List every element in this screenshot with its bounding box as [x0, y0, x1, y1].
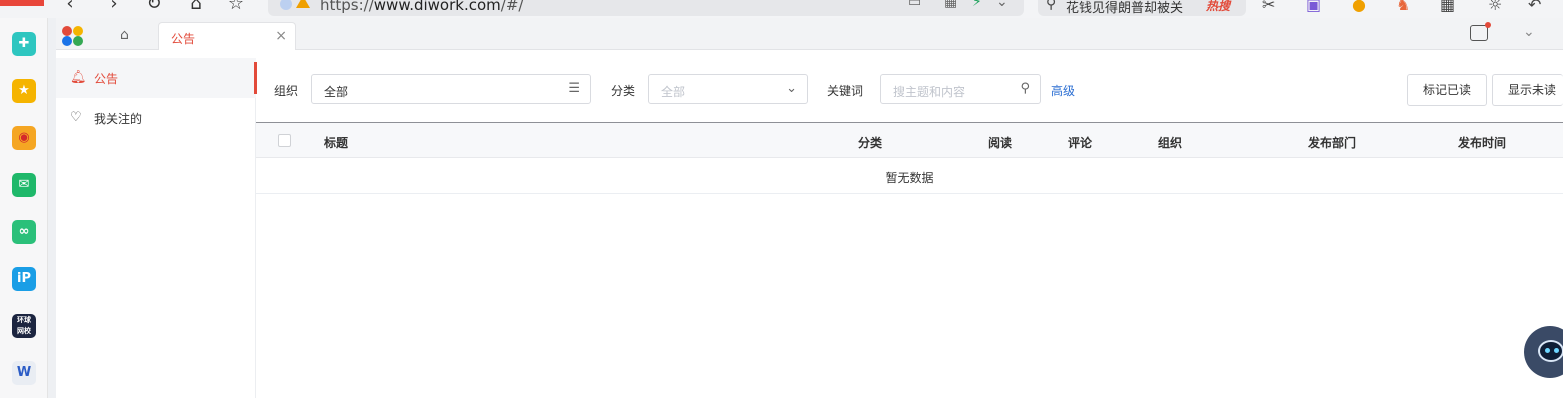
undo-icon[interactable]: ↶	[1528, 0, 1541, 14]
keyword-label: 关键词	[827, 84, 864, 98]
app-logo-icon[interactable]	[62, 26, 84, 48]
select-all-checkbox[interactable]	[278, 134, 291, 147]
show-unread-button[interactable]: 显示未读	[1492, 74, 1563, 106]
address-bar[interactable]: https://www.diwork.com/#/ ▭ ▦ ⚡ ⌄	[268, 0, 1024, 16]
chevron-down-icon: ⌄	[786, 81, 797, 96]
sidebar-item-label: 我关注的	[94, 112, 143, 126]
home-icon[interactable]: ⌂	[120, 27, 129, 43]
translate-icon[interactable]: ▣	[1306, 0, 1321, 14]
lightning-icon[interactable]: ⚡	[972, 0, 982, 10]
scissors-icon[interactable]: ✂	[1262, 0, 1275, 14]
column-header-department[interactable]: 发布部门	[1308, 134, 1356, 151]
heart-icon: ♡	[70, 110, 82, 125]
column-header-org[interactable]: 组织	[1158, 134, 1182, 151]
game-icon[interactable]: ♞	[1396, 0, 1410, 14]
empty-state: 暂无数据	[256, 158, 1563, 194]
filter-bar: 组织 全部 ☰ 分类 全部 ⌄ 关键词 搜主题和内容 ⚲ 高级 标记已读 显示未…	[256, 58, 1563, 122]
close-icon[interactable]: ×	[275, 28, 287, 44]
search-hint: 花钱见得朗普却被关	[1066, 1, 1184, 16]
mark-read-button[interactable]: 标记已读	[1407, 74, 1488, 106]
sidebar: 🔔︎ 公告 ♡ 我关注的	[56, 58, 257, 398]
keyword-placeholder: 搜主题和内容	[893, 85, 966, 99]
dock-app-icon[interactable]: ✚	[12, 32, 36, 56]
forward-icon[interactable]: ›	[104, 0, 124, 14]
brightness-icon[interactable]: ☼	[1488, 0, 1502, 14]
apps-grid-icon[interactable]: ▦	[1440, 0, 1455, 14]
dock-pin-icon[interactable]: iP	[12, 267, 36, 291]
column-header-category[interactable]: 分类	[858, 134, 882, 151]
back-icon[interactable]: ‹	[60, 0, 80, 14]
table-header: 标题 分类 阅读 评论 组织 发布部门 发布时间	[256, 122, 1563, 158]
search-icon: ⚲	[1046, 0, 1057, 12]
address-url: https://www.diwork.com/#/	[320, 0, 524, 14]
home-browser-icon[interactable]: ⌂	[186, 0, 206, 14]
org-select[interactable]: 全部 ☰	[311, 74, 591, 104]
column-header-comments[interactable]: 评论	[1068, 134, 1092, 151]
bookmark-star-icon[interactable]: ☆	[226, 0, 246, 14]
search-icon[interactable]: ⚲	[1020, 81, 1030, 96]
column-header-reads[interactable]: 阅读	[988, 134, 1012, 151]
advanced-search-link[interactable]: 高级	[1051, 82, 1075, 99]
org-label: 组织	[274, 84, 299, 98]
hot-badge: 热搜	[1206, 0, 1231, 13]
dock-star-icon[interactable]: ★	[12, 79, 36, 103]
tab-label: 公告	[171, 32, 196, 46]
dock-doc-icon[interactable]: W	[12, 361, 36, 385]
sidebar-item-label: 公告	[94, 72, 119, 86]
coin-icon[interactable]: ●	[1352, 0, 1366, 14]
warning-icon	[296, 0, 310, 8]
tabs-bar: ⌂ 公告 × ⌄	[56, 18, 1563, 50]
browser-badge	[0, 0, 44, 6]
assistant-robot-icon[interactable]	[1524, 326, 1563, 386]
app-window: ⌂ 公告 × ⌄ 🔔︎ 公告 ♡ 我关注的 组织 全部 ☰ 分类 全部 ⌄ 关键…	[56, 18, 1563, 398]
category-placeholder: 全部	[661, 85, 686, 99]
chevron-down-icon[interactable]: ⌄	[1523, 24, 1535, 40]
keyword-input[interactable]: 搜主题和内容 ⚲	[880, 74, 1041, 104]
dock-mail-icon[interactable]: ✉	[12, 173, 36, 197]
dropdown-icon[interactable]: ⌄	[996, 0, 1008, 10]
dock-weibo-icon[interactable]: ◉	[12, 126, 36, 150]
list-icon: ☰	[568, 81, 580, 96]
category-select[interactable]: 全部 ⌄	[648, 74, 808, 104]
reload-icon[interactable]: ↻	[144, 0, 164, 14]
category-label: 分类	[611, 84, 636, 98]
empty-text: 暂无数据	[885, 171, 934, 185]
column-header-title[interactable]: 标题	[324, 134, 348, 151]
org-value: 全部	[324, 85, 349, 99]
app-dock: ✚ ★ ◉ ✉ ∞ iP 环球 网校 W	[0, 18, 48, 398]
sidebar-item-announcement[interactable]: 🔔︎ 公告	[56, 58, 257, 98]
browser-toolbar: ‹ › ↻ ⌂ ☆ https://www.diwork.com/#/ ▭ ▦ …	[0, 0, 1563, 18]
screen-icon[interactable]: ▭	[908, 0, 921, 10]
dock-news-icon[interactable]: 环球 网校	[12, 314, 36, 338]
browser-search[interactable]: ⚲ 花钱见得朗普却被关 热搜	[1038, 0, 1246, 16]
security-icon	[280, 0, 292, 10]
bell-icon: 🔔︎	[70, 70, 87, 85]
sidebar-item-following[interactable]: ♡ 我关注的	[56, 98, 256, 138]
tab-announcement[interactable]: 公告 ×	[158, 22, 296, 50]
message-icon[interactable]	[1470, 22, 1491, 41]
dock-cloud-icon[interactable]: ∞	[12, 220, 36, 244]
grid-small-icon[interactable]: ▦	[944, 0, 957, 10]
column-header-publish-time[interactable]: 发布时间	[1458, 134, 1506, 151]
